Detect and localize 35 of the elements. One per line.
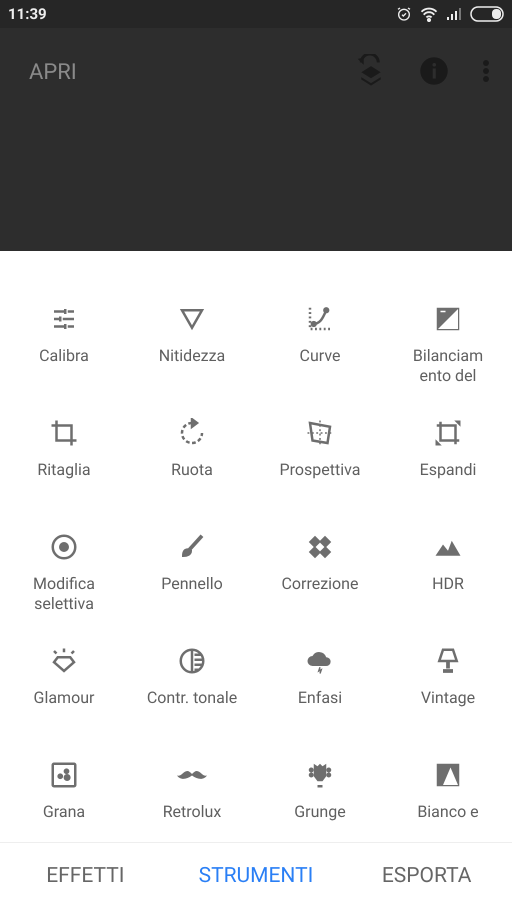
open-button[interactable]: APRI bbox=[29, 56, 77, 89]
mustache-icon bbox=[177, 770, 207, 780]
half-circle-icon bbox=[177, 646, 207, 676]
target-icon bbox=[49, 532, 79, 562]
tool-label[interactable]: Modifica selettiva bbox=[33, 574, 95, 614]
tool-label[interactable]: Prospettiva bbox=[280, 460, 360, 480]
grain-icon bbox=[49, 760, 79, 790]
tool-label[interactable]: Grana bbox=[42, 802, 86, 822]
tab[interactable]: EFFETTI bbox=[46, 860, 124, 892]
tool-label[interactable]: Grunge bbox=[294, 802, 346, 822]
tool-label[interactable]: Bianco e bbox=[417, 802, 479, 822]
tool-label[interactable]: Bilanciam ento del bbox=[412, 346, 484, 386]
tool-label[interactable]: Correzione bbox=[282, 574, 358, 594]
battery-icon bbox=[470, 6, 504, 22]
tool-label[interactable]: Ruota bbox=[171, 460, 213, 480]
tool-label[interactable]: Vintage bbox=[420, 688, 476, 708]
tool-label[interactable]: Enfasi bbox=[298, 688, 342, 708]
tool-label[interactable]: Contr. tonale bbox=[146, 688, 238, 708]
signal-icon bbox=[446, 7, 462, 21]
wifi-icon bbox=[420, 6, 438, 22]
tool-label[interactable]: Glamour bbox=[34, 688, 94, 708]
alarm-icon bbox=[396, 6, 412, 22]
expand-crop-icon bbox=[433, 418, 463, 448]
tool-label[interactable]: Retrolux bbox=[162, 802, 222, 822]
tool-label[interactable]: Nitidezza bbox=[158, 346, 226, 366]
tool-label[interactable]: Espandi bbox=[420, 460, 476, 480]
tool-label[interactable]: Pennello bbox=[161, 574, 223, 594]
clock: 11:39 bbox=[8, 4, 47, 25]
tool-label[interactable]: Ritaglia bbox=[37, 460, 91, 480]
tool-label[interactable]: HDR bbox=[432, 574, 464, 594]
tool-label[interactable]: Calibra bbox=[39, 346, 89, 366]
tool-label[interactable]: Curve bbox=[300, 346, 340, 366]
tab[interactable]: STRUMENTI bbox=[198, 860, 314, 892]
tab[interactable]: ESPORTA bbox=[382, 860, 472, 892]
crop-icon bbox=[49, 418, 79, 448]
